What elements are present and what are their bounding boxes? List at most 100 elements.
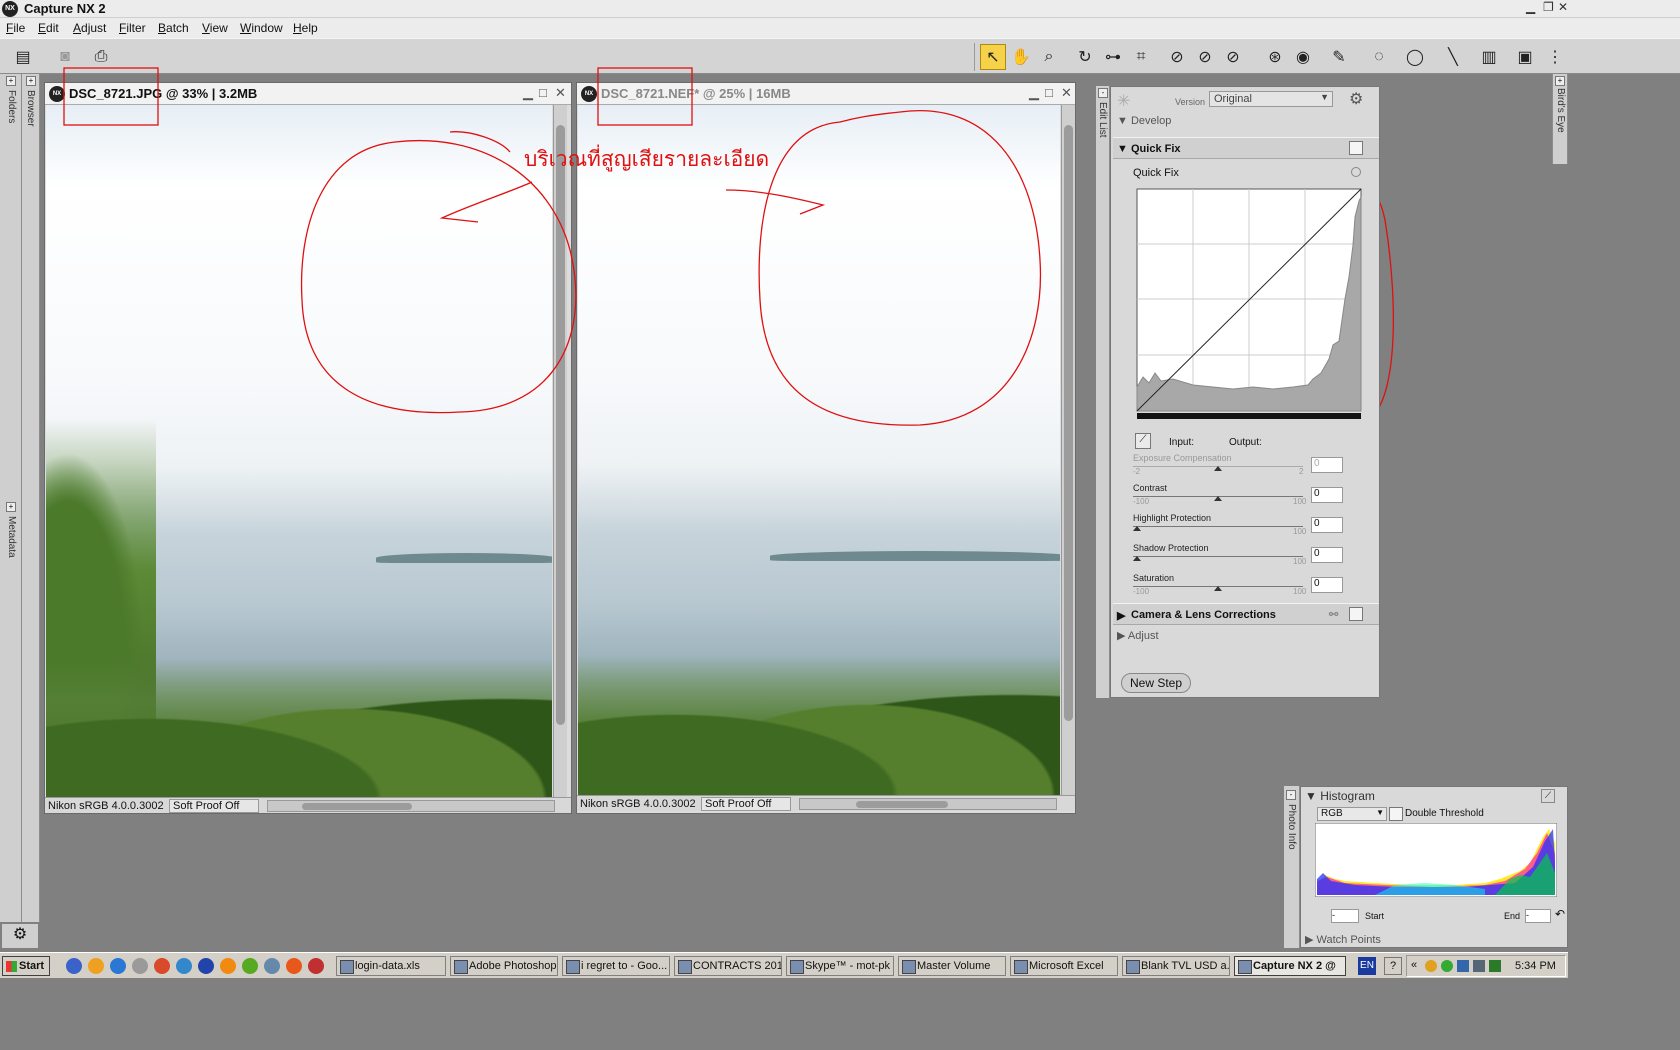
- highlight-protection-slider[interactable]: Highlight Protection 100 0: [1133, 513, 1373, 543]
- task-capture-nx[interactable]: Capture NX 2 @: [1234, 956, 1346, 976]
- black-control-point-icon[interactable]: ⊘: [1164, 44, 1190, 70]
- folders-expand-icon[interactable]: +: [6, 76, 16, 86]
- double-threshold-checkbox[interactable]: [1389, 807, 1403, 821]
- menu-file[interactable]: File: [6, 21, 25, 35]
- shadow-protection-slider[interactable]: Shadow Protection 100 0: [1133, 543, 1373, 573]
- soft-proof-select[interactable]: Soft Proof Off: [169, 799, 259, 813]
- slider-value-input[interactable]: 0: [1311, 577, 1343, 593]
- version-select[interactable]: Original ▼: [1209, 91, 1333, 107]
- workspace-icon[interactable]: ▤: [10, 44, 36, 70]
- browser-expand-icon[interactable]: +: [26, 76, 36, 86]
- photo-nef[interactable]: [578, 105, 1060, 795]
- minimize-icon[interactable]: ▁: [523, 85, 533, 101]
- edit-list-tab[interactable]: Edit List: [1097, 102, 1108, 138]
- close-icon[interactable]: ✕: [555, 85, 566, 101]
- print-icon[interactable]: ⎙: [88, 44, 114, 70]
- vertical-scrollbar[interactable]: [1061, 105, 1075, 795]
- fill-tool-icon[interactable]: ▣: [1512, 44, 1538, 70]
- zoom-tool-icon[interactable]: ⌕: [1036, 44, 1062, 70]
- slider-knob[interactable]: [1133, 526, 1141, 531]
- horizontal-scrollbar[interactable]: [799, 798, 1057, 810]
- quicklaunch-firefox-icon[interactable]: [286, 958, 302, 974]
- help-icon[interactable]: ?: [1384, 957, 1402, 975]
- quicklaunch-app3-icon[interactable]: [176, 958, 192, 974]
- lasso-tool-icon[interactable]: ◌: [1366, 44, 1392, 70]
- start-input[interactable]: -: [1331, 909, 1359, 923]
- quicklaunch-app-icon[interactable]: [88, 958, 104, 974]
- task-excel[interactable]: Microsoft Excel: [1010, 956, 1118, 976]
- image-window-jpg-titlebar[interactable]: NX DSC_8721.JPG @ 33% | 3.2MB ▁ □ ✕: [45, 83, 571, 105]
- tray-volume-icon[interactable]: [1473, 960, 1485, 972]
- task-photoshop[interactable]: Adobe Photoshop: [450, 956, 558, 976]
- histogram-options-icon[interactable]: ⟋: [1541, 789, 1555, 803]
- menu-view[interactable]: View: [202, 21, 228, 35]
- eye-tool-icon[interactable]: ◉: [1290, 44, 1316, 70]
- camera-icon[interactable]: ◙: [52, 44, 78, 70]
- menu-help[interactable]: Help: [293, 21, 318, 35]
- language-indicator[interactable]: EN: [1358, 957, 1376, 975]
- clock[interactable]: 5:34 PM: [1515, 960, 1556, 972]
- vertical-scrollbar[interactable]: [553, 105, 567, 799]
- menu-filter[interactable]: Filter: [119, 21, 146, 35]
- photo-info-collapse-icon[interactable]: -: [1286, 790, 1296, 800]
- quicklaunch-media-icon[interactable]: [198, 958, 214, 974]
- maximize-icon[interactable]: □: [1045, 85, 1053, 100]
- soft-proof-select[interactable]: Soft Proof Off: [701, 797, 791, 811]
- minimize-button[interactable]: ▁: [1526, 0, 1535, 14]
- slider-knob[interactable]: [1133, 556, 1141, 561]
- menu-edit[interactable]: Edit: [38, 21, 59, 35]
- marquee-tool-icon[interactable]: ◯: [1402, 44, 1428, 70]
- settings-gear-icon[interactable]: ⚙: [1349, 89, 1363, 109]
- browser-tab[interactable]: Browser: [25, 90, 36, 127]
- slider-value-input[interactable]: 0: [1311, 547, 1343, 563]
- close-button[interactable]: ✕: [1558, 0, 1568, 14]
- close-icon[interactable]: ✕: [1061, 85, 1072, 101]
- gradient-tool-icon[interactable]: ▥: [1476, 44, 1502, 70]
- tray-icon[interactable]: [1425, 960, 1437, 972]
- auto-retouch-brush-icon[interactable]: ✎: [1326, 44, 1352, 70]
- photo-jpg[interactable]: [46, 105, 552, 799]
- quicklaunch-chrome-icon[interactable]: [154, 958, 170, 974]
- restore-button[interactable]: ❐: [1543, 0, 1554, 14]
- eyedropper-icon[interactable]: ⟋: [1135, 433, 1151, 449]
- quick-fix-checkbox[interactable]: [1349, 141, 1363, 155]
- contrast-slider[interactable]: Contrast -100 100 0: [1133, 483, 1373, 513]
- tray-expand-icon[interactable]: «: [1411, 959, 1417, 971]
- new-step-button[interactable]: New Step: [1121, 673, 1191, 693]
- menu-window[interactable]: Window: [240, 21, 283, 35]
- slider-value-input[interactable]: 0: [1311, 457, 1343, 473]
- watch-points-section[interactable]: ▶ Watch Points: [1305, 933, 1381, 946]
- quicklaunch-ie-icon[interactable]: [110, 958, 126, 974]
- folders-tab[interactable]: Folders: [6, 90, 17, 123]
- task-blank-tvl[interactable]: Blank TVL USD a...: [1122, 956, 1230, 976]
- direct-select-tool-icon[interactable]: ↖: [980, 44, 1006, 70]
- adjust-section[interactable]: ▶ Adjust: [1117, 629, 1159, 642]
- task-master-volume[interactable]: Master Volume: [898, 956, 1006, 976]
- histogram-header[interactable]: ▼ Histogram: [1305, 789, 1375, 803]
- task-contracts[interactable]: CONTRACTS 2011: [674, 956, 782, 976]
- tray-icon[interactable]: [1441, 960, 1453, 972]
- camera-lens-header[interactable]: ▶ Camera & Lens Corrections ⚯: [1113, 603, 1379, 625]
- birds-eye-expand-icon[interactable]: +: [1555, 76, 1565, 86]
- maximize-icon[interactable]: □: [539, 85, 547, 100]
- end-input[interactable]: -: [1525, 909, 1551, 923]
- curves-graph[interactable]: [1133, 187, 1363, 423]
- edit-list-collapse-icon[interactable]: -: [1098, 88, 1108, 98]
- exposure-compensation-slider[interactable]: Exposure Compensation -2 2 0: [1133, 453, 1373, 483]
- neutral-control-point-icon[interactable]: ⊘: [1192, 44, 1218, 70]
- metadata-tab[interactable]: Metadata: [6, 516, 17, 558]
- minimize-icon[interactable]: ▁: [1029, 85, 1039, 101]
- menu-adjust[interactable]: Adjust: [73, 21, 106, 35]
- settings-gear-icon[interactable]: ⚙: [2, 924, 38, 948]
- toolbar-more-icon[interactable]: ⋮: [1542, 44, 1568, 70]
- quicklaunch-app6-icon[interactable]: [264, 958, 280, 974]
- rotate-tool-icon[interactable]: ↻: [1072, 44, 1098, 70]
- reset-icon[interactable]: [1351, 167, 1361, 177]
- slider-knob[interactable]: [1214, 466, 1222, 471]
- slider-knob[interactable]: [1214, 586, 1222, 591]
- tray-network-icon[interactable]: [1457, 960, 1469, 972]
- start-button[interactable]: Start: [2, 956, 50, 976]
- image-window-nef-titlebar[interactable]: NX DSC_8721.NEF* @ 25% | 16MB ▁ □ ✕: [577, 83, 1075, 105]
- camera-lens-checkbox[interactable]: [1349, 607, 1363, 621]
- menu-batch[interactable]: Batch: [158, 21, 189, 35]
